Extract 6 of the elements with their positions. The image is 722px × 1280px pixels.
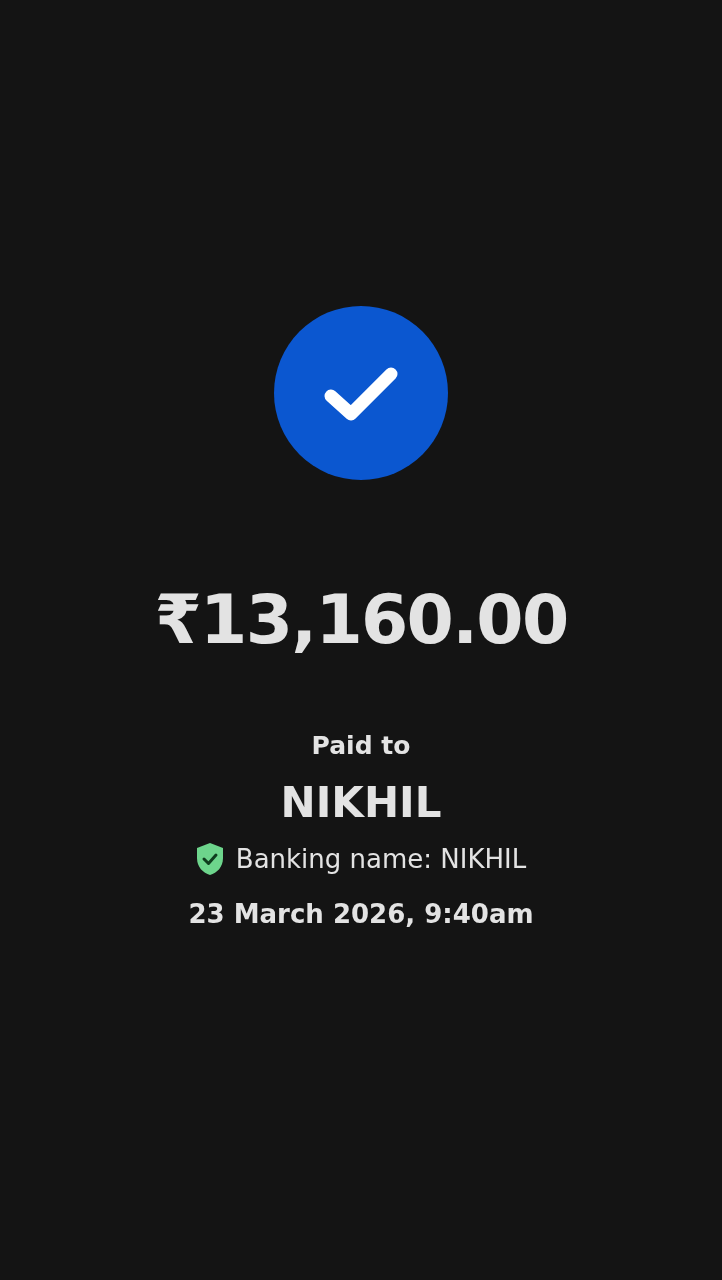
paid-to-label: Paid to	[311, 730, 411, 762]
amount: ₹13,160.00	[154, 580, 568, 660]
banking-name: Banking name: NIKHIL	[235, 843, 527, 876]
payee-name: NIKHIL	[280, 777, 442, 829]
checkmark-icon	[324, 365, 398, 421]
payment-datetime: 23 March 2026, 9:40am	[188, 898, 534, 931]
